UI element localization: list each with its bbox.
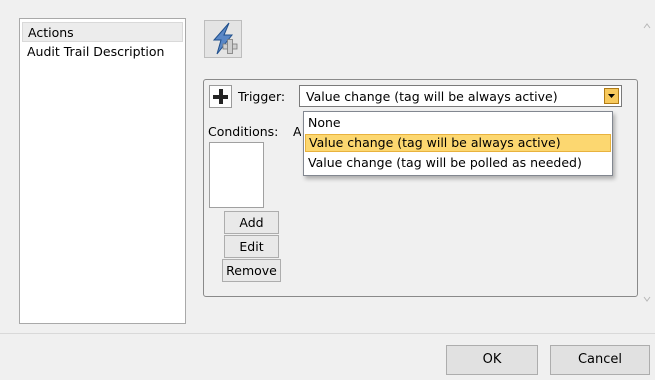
add-trigger-button[interactable] [209,85,232,108]
lightning-plus-icon [212,22,238,55]
trigger-label: Trigger: [238,89,286,104]
add-action-button[interactable] [204,20,242,58]
scroll-up-arrow[interactable] [643,20,651,30]
dropdown-button[interactable] [604,88,619,104]
conditions-clipped-text: A [293,124,301,139]
conditions-list[interactable] [209,142,264,208]
edit-condition-button[interactable]: Edit [224,235,279,258]
scroll-down-arrow[interactable] [643,293,651,303]
list-item-audit-trail-description[interactable]: Audit Trail Description [22,42,183,62]
trigger-option-none[interactable]: None [305,114,611,132]
chevron-down-icon [608,94,615,98]
trigger-option-polled-as-needed[interactable]: Value change (tag will be polled as need… [305,154,611,172]
chevron-down-icon [643,296,651,302]
trigger-select[interactable]: Value change (tag will be always active) [299,85,622,107]
conditions-label: Conditions: [208,124,279,139]
add-condition-button[interactable]: Add [224,211,279,234]
ok-button[interactable]: OK [446,345,538,375]
trigger-option-always-active[interactable]: Value change (tag will be always active) [305,134,611,152]
remove-condition-button[interactable]: Remove [222,259,281,282]
cancel-button[interactable]: Cancel [550,345,650,375]
trigger-select-value: Value change (tag will be always active) [306,89,558,104]
list-item-actions[interactable]: Actions [22,22,183,42]
trigger-dropdown-list: None Value change (tag will be always ac… [303,111,613,176]
chevron-up-icon [643,23,651,29]
section-list: Actions Audit Trail Description [19,18,186,324]
